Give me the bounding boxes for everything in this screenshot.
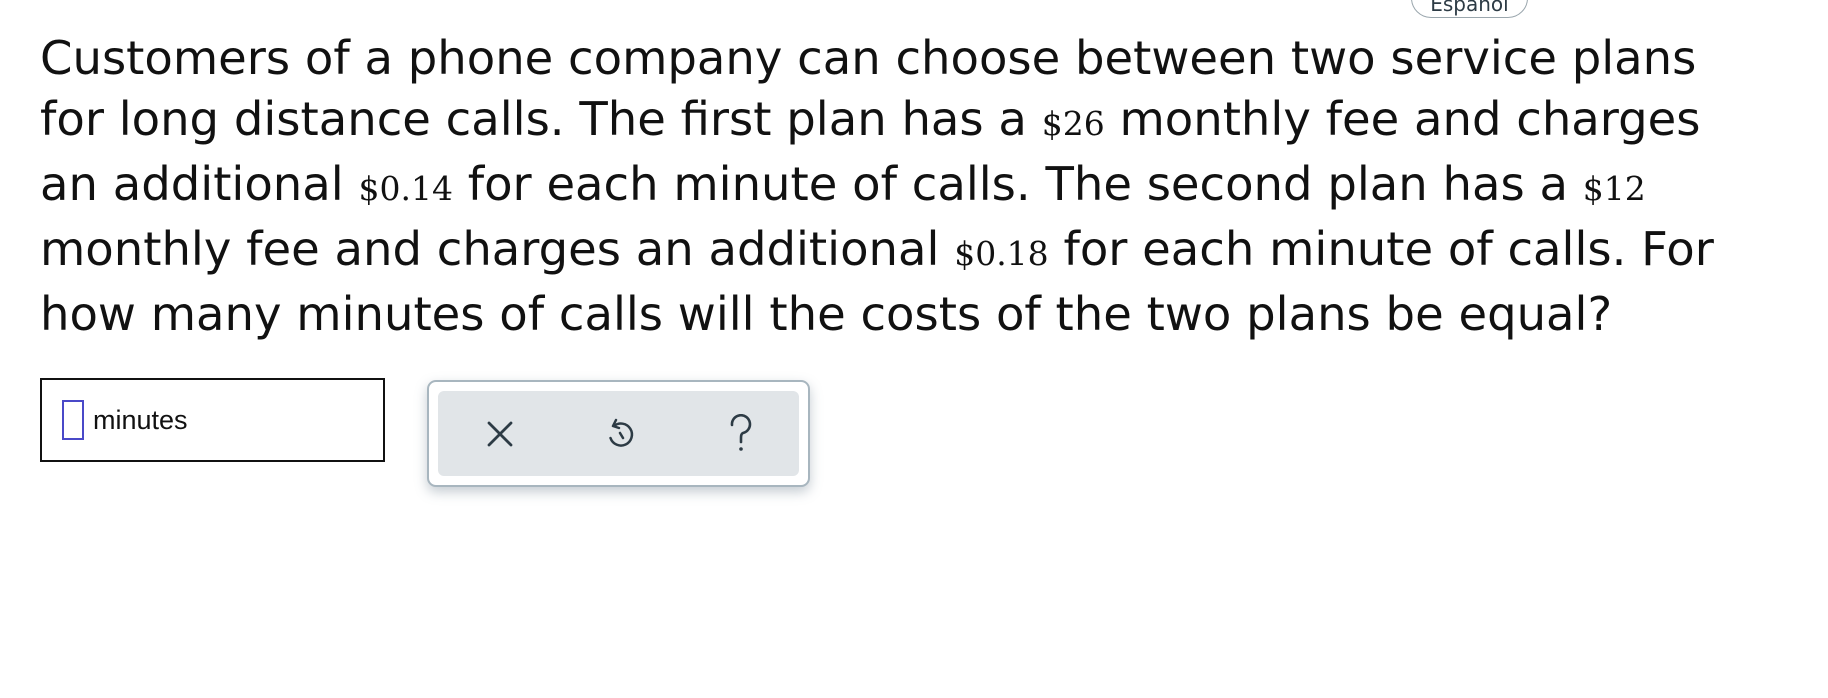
question-text-segment: an additional xyxy=(40,157,359,211)
question-line: for long distance calls. The first plan … xyxy=(40,89,1800,154)
question-text-segment: for each minute of calls. For xyxy=(1048,222,1714,276)
clear-button[interactable] xyxy=(460,391,540,476)
second-plan-rate: $0.18 xyxy=(954,234,1049,273)
question-text-segment: Customers of a phone company can choose … xyxy=(40,31,1697,85)
question-line: monthly fee and charges an additional $0… xyxy=(40,219,1800,284)
help-icon xyxy=(730,413,752,451)
help-button[interactable] xyxy=(701,391,781,476)
question-text-segment: for each minute of calls. The second pla… xyxy=(452,157,1583,211)
question-line: Customers of a phone company can choose … xyxy=(40,28,1800,89)
question-text-segment: monthly fee and charges an additional xyxy=(40,222,955,276)
first-plan-fee: $26 xyxy=(1041,104,1105,143)
undo-button[interactable] xyxy=(580,391,660,476)
question-line: an additional $0.14 for each minute of c… xyxy=(40,154,1800,219)
question-text-segment: for long distance calls. The first plan … xyxy=(40,92,1042,146)
question-text-segment: monthly fee and charges xyxy=(1104,92,1701,146)
close-icon xyxy=(487,421,513,446)
page: Español Customers of a phone company can… xyxy=(0,0,1828,698)
second-plan-fee: $12 xyxy=(1582,169,1646,208)
answer-tools-bar xyxy=(438,391,799,476)
undo-icon xyxy=(609,418,634,447)
answer-input[interactable] xyxy=(62,400,84,440)
question-line: how many minutes of calls will the costs… xyxy=(40,284,1800,345)
first-plan-rate: $0.14 xyxy=(358,169,453,208)
unit-label: minutes xyxy=(93,404,188,435)
language-toggle-button[interactable]: Español xyxy=(1411,0,1528,18)
question-text: Customers of a phone company can choose … xyxy=(40,28,1800,345)
answer-box: minutes xyxy=(40,378,385,462)
question-text-segment: how many minutes of calls will the costs… xyxy=(40,287,1613,341)
answer-tools-panel xyxy=(427,380,810,487)
